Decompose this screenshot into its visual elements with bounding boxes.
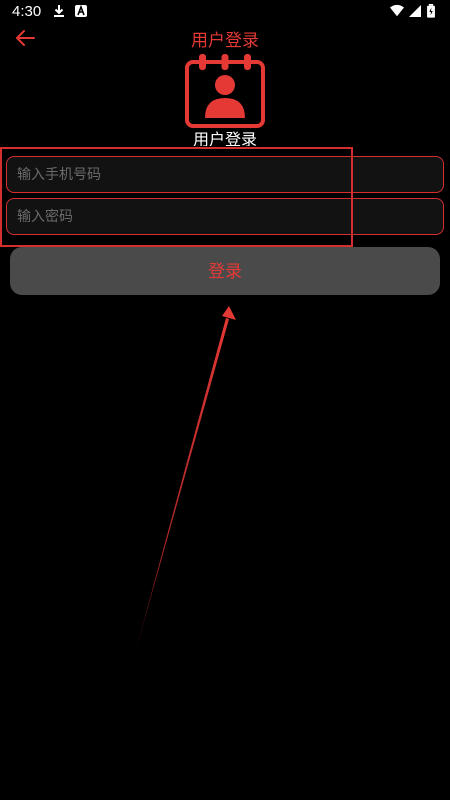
- user-calendar-icon: [185, 54, 265, 128]
- download-icon: [54, 5, 64, 17]
- a-badge-icon: [75, 4, 87, 17]
- avatar-caption: 用户登录: [192, 130, 257, 146]
- page-title: 用户登录: [191, 31, 259, 51]
- status-time: 4:30: [12, 3, 42, 20]
- password-input[interactable]: [7, 199, 443, 234]
- avatar: [185, 52, 265, 130]
- signal-icon: [409, 5, 421, 17]
- login-button[interactable]: 登录: [10, 247, 440, 295]
- password-field[interactable]: [6, 198, 444, 235]
- status-bar: 4:30: [0, 0, 450, 24]
- phone-input[interactable]: [7, 157, 443, 192]
- phone-field[interactable]: [6, 156, 444, 193]
- wifi-icon: [390, 4, 404, 17]
- battery-icon: [427, 4, 435, 18]
